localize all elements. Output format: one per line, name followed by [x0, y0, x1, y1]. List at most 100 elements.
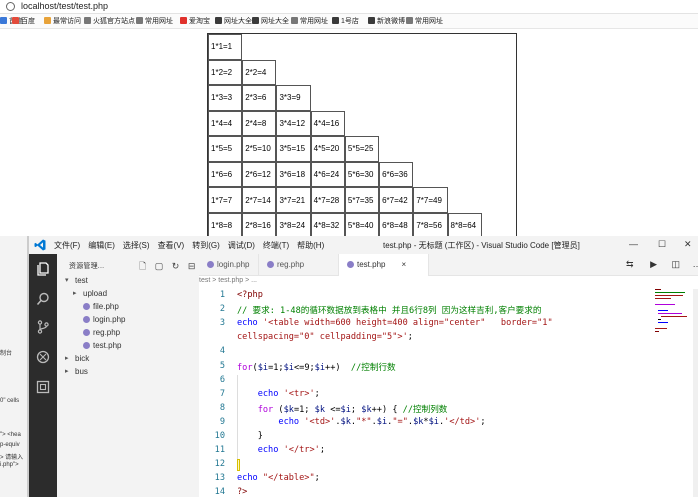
empty-cell [448, 60, 482, 86]
menu-item[interactable]: 文件(F) [54, 241, 80, 250]
maximize-icon[interactable]: ☐ [658, 239, 666, 250]
tree-item[interactable]: ▾ test [57, 274, 199, 287]
empty-cell [448, 34, 482, 60]
code-line[interactable]: for($i=1;$i<=9;$i++) //控制行数 [237, 361, 396, 373]
tree-item[interactable]: file.php [57, 300, 199, 313]
bookmark-icon [215, 17, 222, 24]
chevron-down-icon[interactable]: ▾ [65, 274, 69, 287]
more-actions-icon[interactable]: … [693, 259, 698, 269]
explorer-actions: 🗋 ▢ ↻ ⊟ [139, 259, 195, 275]
bookmark-item[interactable]: 火狐官方站点 [84, 17, 135, 26]
bookmark-label: 新浪微博 [377, 18, 405, 25]
new-folder-icon[interactable]: ▢ [155, 261, 164, 271]
chevron-right-icon[interactable]: ▸ [65, 352, 69, 365]
code-line[interactable]: echo '</tr>'; [237, 445, 325, 455]
line-number: 10 [214, 431, 225, 441]
table-cell: 1*4=4 [208, 110, 243, 137]
tree-item[interactable]: ▸ bus [57, 365, 199, 378]
code-line[interactable]: cellspacing="0" cellpadding="5">'; [237, 332, 413, 342]
code-line[interactable]: echo "</table>"; [237, 473, 320, 483]
bookmark-item[interactable]: 百度 [12, 17, 35, 26]
tree-item[interactable]: login.php [57, 313, 199, 326]
code-line[interactable]: } [237, 431, 263, 441]
bookmark-label: 网址大全 [224, 18, 252, 25]
explorer-sidebar: 资源管理... 🗋 ▢ ↻ ⊟ ▾ test ▸ upload file.php logi… [57, 254, 199, 497]
close-icon[interactable]: ✕ [684, 239, 692, 250]
bookmark-icon [180, 17, 187, 24]
refresh-icon[interactable]: ↻ [172, 261, 180, 271]
editor-tab[interactable]: reg.php [259, 254, 339, 276]
close-tab-icon[interactable]: × [401, 260, 406, 269]
bookmark-icon [291, 17, 298, 24]
bookmark-item[interactable]: 常用网址 [406, 17, 443, 26]
tree-item[interactable]: reg.php [57, 326, 199, 339]
menu-item[interactable]: 选择(S) [123, 241, 150, 250]
code-line[interactable]: echo '<tr>'; [237, 389, 320, 399]
bookmark-item[interactable]: 1号店 [332, 17, 359, 26]
minimize-icon[interactable]: — [629, 239, 638, 249]
empty-cell [379, 85, 413, 111]
tree-item-label: bus [75, 365, 88, 378]
chevron-right-icon[interactable]: ▸ [73, 287, 77, 300]
bookmark-item[interactable]: 常用网址 [291, 17, 328, 26]
tree-item-text: test [75, 276, 88, 285]
minimap-line [655, 295, 683, 296]
menu-item[interactable]: 帮助(H) [297, 241, 324, 250]
table-cell: 1*5=5 [208, 136, 243, 162]
collapse-all-icon[interactable]: ⊟ [188, 261, 196, 271]
editor-tab[interactable]: login.php [199, 254, 259, 276]
tree-item[interactable]: ▸ upload [57, 287, 199, 300]
scrollbar[interactable] [693, 289, 698, 497]
menu-item[interactable]: 转到(G) [192, 241, 220, 250]
bookmark-item[interactable]: 网址大全 [252, 17, 289, 26]
split-compare-icon[interactable]: ⇆ [626, 259, 634, 269]
split-editor-icon[interactable]: ◫ [672, 259, 681, 269]
code-line[interactable]: for ($k=1; $k <=$i; $k++) { //控制列数 [237, 403, 448, 415]
chevron-right-icon[interactable]: ▸ [65, 365, 69, 378]
code-line[interactable]: ?> [237, 487, 247, 497]
empty-cell [345, 60, 379, 86]
bookmark-label: 常用网址 [415, 18, 443, 25]
menu-item[interactable]: 终端(T) [263, 241, 289, 250]
table-cell: 6*6=36 [379, 161, 414, 188]
menu-item[interactable]: 查看(V) [158, 241, 185, 250]
tree-item[interactable]: ▸ bick [57, 352, 199, 365]
table-cell: 4*6=24 [310, 161, 345, 188]
browser-address-bar[interactable]: localhost/test/test.php [0, 0, 698, 14]
line-number: 12 [214, 459, 225, 470]
line-number: 13 [214, 473, 225, 484]
php-file-icon [83, 316, 90, 323]
bookmark-item[interactable]: 常用网址 [136, 17, 173, 26]
minimap[interactable] [655, 289, 693, 349]
empty-cell [413, 34, 447, 60]
bookmark-item[interactable]: 最常访问 [44, 17, 81, 26]
run-icon[interactable]: ▶ [650, 259, 657, 269]
explorer-icon[interactable] [36, 262, 50, 276]
menu-item[interactable]: 编辑(E) [88, 241, 115, 250]
tab-label: login.php [217, 260, 250, 269]
extensions-icon[interactable] [36, 380, 50, 394]
code-line[interactable]: echo '<table width=600 height=400 align=… [237, 318, 553, 328]
table-cell: 3*8=24 [276, 212, 311, 239]
breadcrumb[interactable]: test > test.php > ... [199, 277, 257, 288]
bookmark-item[interactable]: 新浪微博 [368, 17, 405, 26]
table-cell: 4*7=28 [310, 187, 345, 213]
code-line[interactable]: echo '<td>'.$k."*".$i."=".$k*$i.'</td>'; [237, 417, 485, 427]
debug-icon[interactable] [36, 350, 50, 364]
code-line[interactable]: // 要求: 1-48的循环数据放到表格中 并且6行8列 因为这样吉利,客户要求… [237, 304, 541, 316]
bookmark-item[interactable]: 爱淘宝 [180, 17, 210, 26]
url-text[interactable]: localhost/test/test.php [21, 1, 108, 12]
source-control-icon[interactable] [36, 320, 50, 334]
code-line[interactable]: <?php [237, 290, 263, 300]
site-info-icon[interactable] [6, 2, 15, 11]
tree-item[interactable]: test.php [57, 339, 199, 352]
bookmark-item[interactable]: 网址大全 [215, 17, 252, 26]
search-icon[interactable] [36, 292, 50, 306]
line-number: 7 [219, 388, 225, 399]
bookmark-icon [136, 17, 143, 24]
code-editor[interactable]: 1 <?php 2 // 要求: 1-48的循环数据放到表格中 并且6行8列 因为这样… [199, 289, 655, 497]
new-file-icon[interactable]: 🗋 [139, 261, 146, 271]
table-cell: 4*4=16 [310, 110, 345, 137]
editor-tab[interactable]: test.php × [339, 254, 429, 276]
menu-item[interactable]: 调试(D) [228, 241, 255, 250]
